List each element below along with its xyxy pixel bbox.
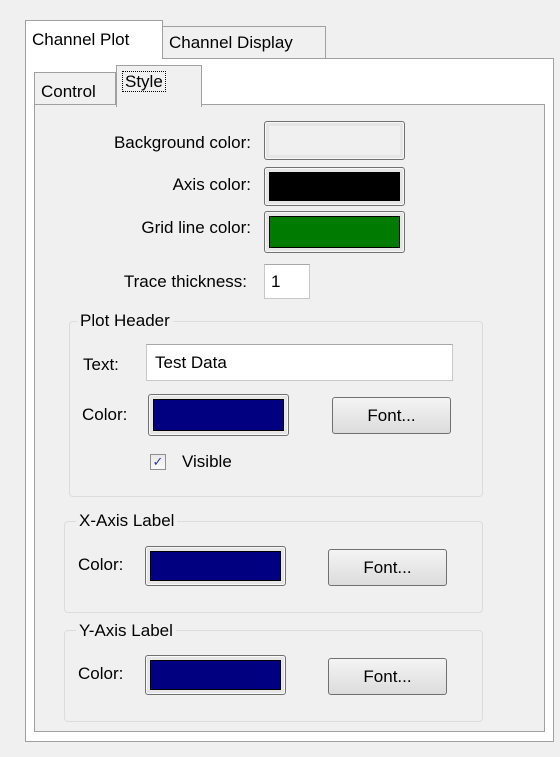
- tab-channel-display[interactable]: Channel Display: [162, 26, 326, 58]
- plot-header-font-button[interactable]: Font...: [332, 397, 451, 434]
- axis-color-label: Axis color:: [172, 175, 251, 194]
- plot-header-text-input[interactable]: Test Data: [146, 344, 453, 381]
- y-axis-color-button[interactable]: [145, 655, 286, 695]
- x-axis-label-title: X-Axis Label: [76, 511, 178, 531]
- y-axis-label-title: Y-Axis Label: [76, 621, 176, 641]
- y-axis-color-label: Color:: [78, 664, 124, 683]
- plot-header-color-button[interactable]: [148, 394, 289, 436]
- x-axis-font-button[interactable]: Font...: [328, 549, 447, 586]
- y-axis-font-button[interactable]: Font...: [328, 658, 447, 695]
- background-color-button[interactable]: [264, 121, 405, 160]
- plot-header-title: Plot Header: [77, 311, 173, 331]
- tab-style-label: Style: [122, 71, 166, 92]
- plot-header-text-label: Text:: [83, 355, 119, 374]
- plot-header-color-label: Color:: [82, 405, 128, 424]
- trace-thickness-label: Trace thickness:: [123, 272, 247, 291]
- style-panel: Background color: Axis color: Grid line …: [34, 104, 545, 732]
- x-axis-color-label: Color:: [78, 555, 124, 574]
- plot-header-color-swatch: [153, 399, 284, 431]
- tab-style[interactable]: Style: [116, 65, 202, 107]
- tab-control[interactable]: Control: [34, 72, 116, 105]
- axis-color-button[interactable]: [264, 167, 405, 206]
- trace-thickness-input[interactable]: 1: [264, 264, 310, 299]
- x-axis-color-swatch: [150, 551, 281, 581]
- x-axis-color-button[interactable]: [145, 546, 286, 586]
- plot-header-visible-label: Visible: [182, 452, 232, 471]
- axis-color-swatch: [269, 172, 400, 201]
- grid-line-color-swatch: [269, 216, 400, 248]
- tab-channel-plot[interactable]: Channel Plot: [25, 20, 163, 59]
- y-axis-color-swatch: [150, 660, 281, 690]
- background-color-label: Background color:: [113, 133, 251, 152]
- grid-line-color-button[interactable]: [264, 211, 405, 253]
- background-color-swatch: [269, 126, 400, 155]
- grid-line-color-label: Grid line color:: [141, 218, 251, 237]
- plot-header-visible-checkbox[interactable]: ✓: [150, 454, 166, 470]
